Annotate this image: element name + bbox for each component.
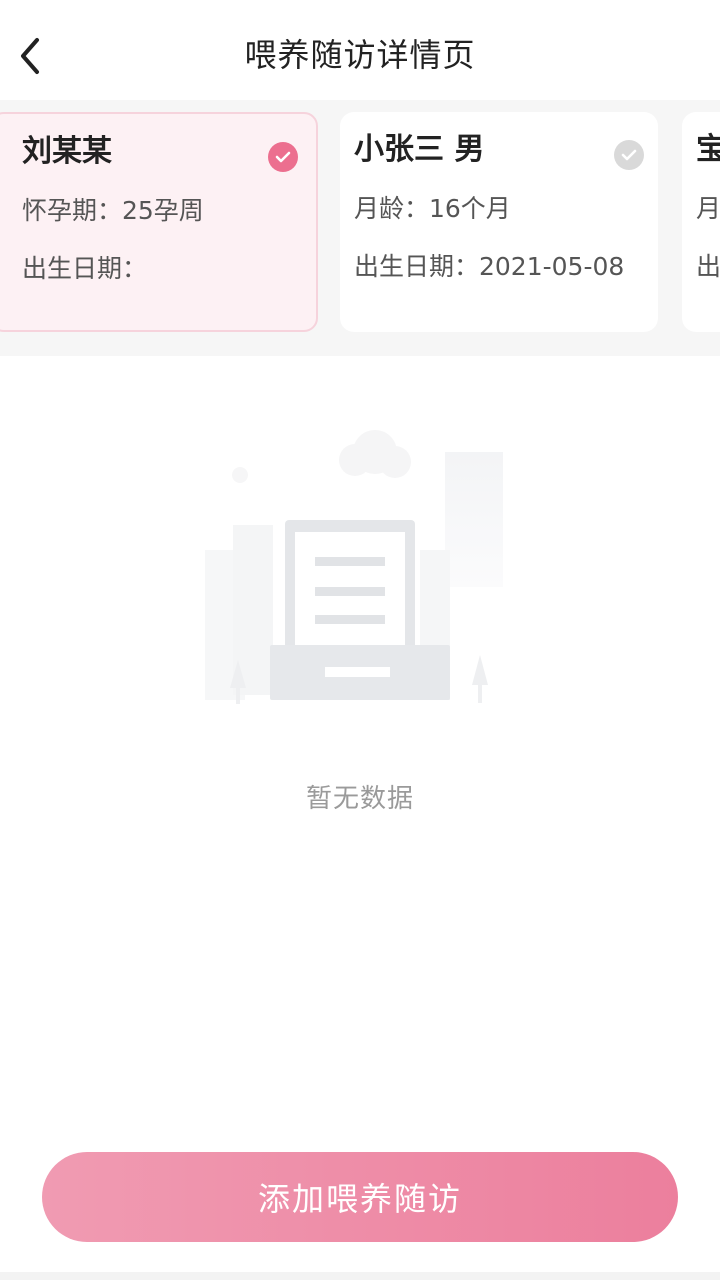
card-birth-date: 出生日期：2021-05-08 [354, 252, 625, 281]
top-nav-bar: 喂养随访详情页 [0, 0, 720, 101]
selected-check-icon [268, 142, 298, 172]
page-title: 喂养随访详情页 [244, 36, 476, 74]
profile-card-strip[interactable]: 刘某某 怀孕期：25孕周 出生日期： 小张三 男 月龄：16个月 出生日期：20… [0, 100, 720, 356]
profile-card-3[interactable]: 宝 月 出 [682, 112, 720, 332]
card-birth-date: 出 [696, 252, 720, 281]
bottom-divider [0, 1272, 720, 1280]
page: 喂养随访详情页 刘某某 怀孕期：25孕周 出生日期： 小张三 男 月龄：16个月… [0, 0, 720, 1280]
empty-document-icon [205, 430, 503, 704]
profile-card-1[interactable]: 刘某某 怀孕期：25孕周 出生日期： [0, 112, 318, 332]
profile-card-2[interactable]: 小张三 男 月龄：16个月 出生日期：2021-05-08 [340, 112, 658, 332]
empty-state-text: 暂无数据 [305, 784, 414, 814]
unselected-check-icon [614, 140, 644, 170]
card-birth-date: 出生日期： [22, 254, 148, 283]
card-name: 刘某某 [22, 134, 112, 169]
card-age-months: 月 [696, 194, 720, 223]
card-age-months: 月龄：16个月 [354, 194, 511, 223]
card-name: 小张三 男 [354, 132, 485, 167]
card-pregnancy-week: 怀孕期：25孕周 [22, 196, 204, 225]
card-name: 宝 [696, 132, 720, 167]
add-feeding-followup-button[interactable]: 添加喂养随访 [42, 1152, 678, 1242]
